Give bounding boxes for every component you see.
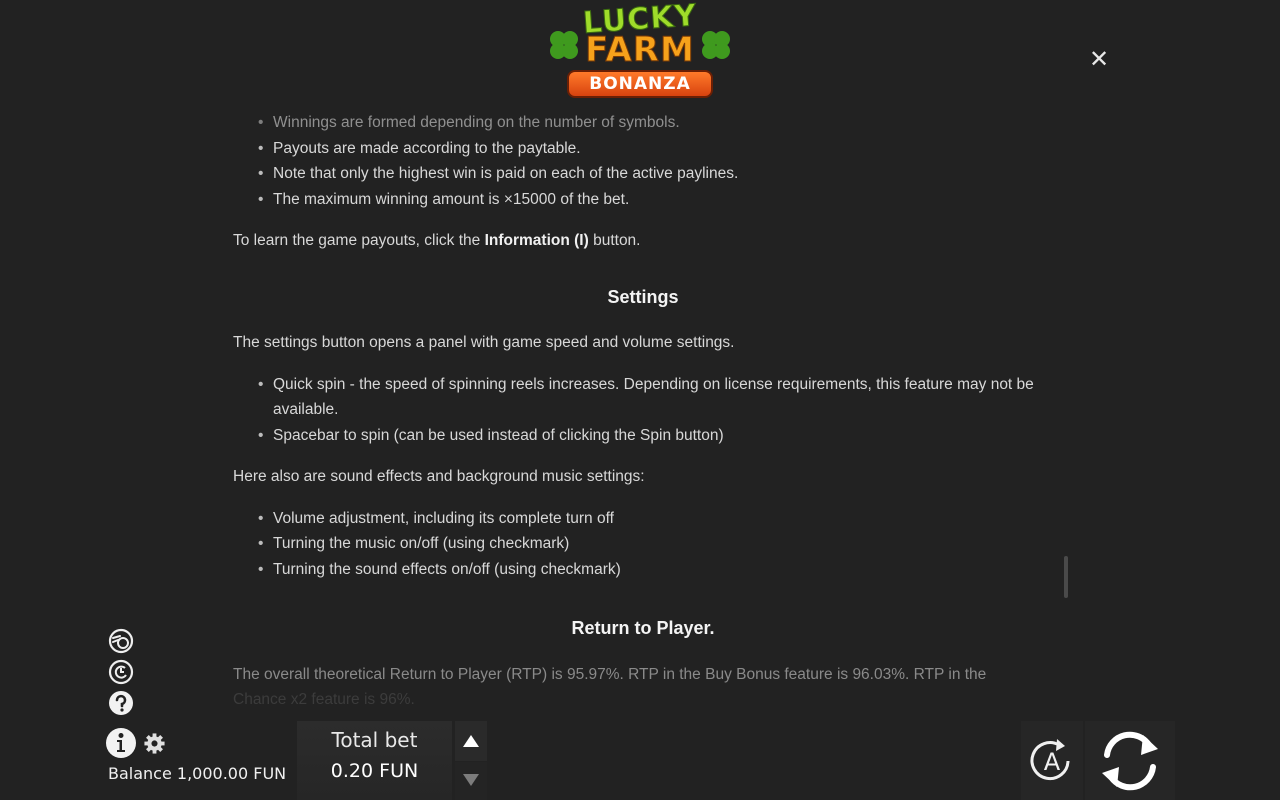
game-logo: LUCKY FARM BONANZA xyxy=(547,0,733,100)
list-item: Quick spin - the speed of spinning reels… xyxy=(258,372,1053,423)
list-item: Turning the sound effects on/off (using … xyxy=(258,557,1053,583)
clover-icon xyxy=(702,31,730,59)
scrollbar-thumb[interactable] xyxy=(1064,556,1068,598)
rules-content: Winnings are formed depending on the num… xyxy=(233,110,1053,706)
list-item: Payouts are made according to the paytab… xyxy=(258,136,1053,162)
list-item: The maximum winning amount is ×15000 of … xyxy=(258,187,1053,213)
payouts-note-end: button. xyxy=(588,232,641,249)
list-item: Note that only the highest win is paid o… xyxy=(258,161,1053,187)
rules-list: Winnings are formed depending on the num… xyxy=(233,110,1053,212)
payouts-note: To learn the game payouts, click the Inf… xyxy=(233,228,1053,254)
gear-icon[interactable] xyxy=(143,732,166,755)
settings-intro: The settings button opens a panel with g… xyxy=(233,334,735,351)
history-icon[interactable] xyxy=(108,659,134,685)
list-item: Turning the music on/off (using checkmar… xyxy=(258,531,1053,557)
bet-decrease-button[interactable] xyxy=(455,762,487,800)
payouts-note-bold: Information (I) xyxy=(484,232,589,249)
spin-icon xyxy=(1102,731,1158,791)
autoplay-icon: A xyxy=(1030,739,1070,781)
total-bet-label: Total bet xyxy=(331,728,418,752)
settings-list: Quick spin - the speed of spinning reels… xyxy=(233,372,1053,449)
sound-intro: Here also are sound effects and backgrou… xyxy=(233,468,645,485)
sound-list: Volume adjustment, including its complet… xyxy=(233,506,1053,583)
help-icon[interactable] xyxy=(108,690,134,716)
bet-coins-icon[interactable] xyxy=(108,628,134,654)
total-bet-panel: Total bet 0.20 FUN xyxy=(297,721,452,800)
logo-line-farm: FARM xyxy=(585,30,695,71)
list-item: Winnings are formed depending on the num… xyxy=(258,110,1053,136)
rtp-title: Return to Player. xyxy=(571,618,715,638)
balance-display: Balance 1,000.00 FUN xyxy=(108,764,287,783)
triangle-down-icon xyxy=(463,774,479,786)
autoplay-letter: A xyxy=(1044,748,1061,776)
list-item: Volume adjustment, including its complet… xyxy=(258,506,1053,532)
autoplay-button[interactable]: A xyxy=(1021,721,1083,800)
payouts-note-text: To learn the game payouts, click the xyxy=(233,232,485,249)
close-icon[interactable]: ✕ xyxy=(1087,48,1111,72)
logo-banner-bonanza: BONANZA xyxy=(567,70,713,98)
total-bet-value: 0.20 FUN xyxy=(330,760,419,782)
info-icon[interactable] xyxy=(105,727,137,759)
rtp-text-continued: Chance x2 feature is 96%. xyxy=(233,691,415,706)
settings-title: Settings xyxy=(607,286,679,307)
list-item: Spacebar to spin (can be used instead of… xyxy=(258,423,1053,449)
triangle-up-icon xyxy=(463,735,479,747)
spin-button[interactable] xyxy=(1085,721,1175,800)
bet-increase-button[interactable] xyxy=(455,721,487,761)
rtp-text: The overall theoretical Return to Player… xyxy=(233,665,987,683)
